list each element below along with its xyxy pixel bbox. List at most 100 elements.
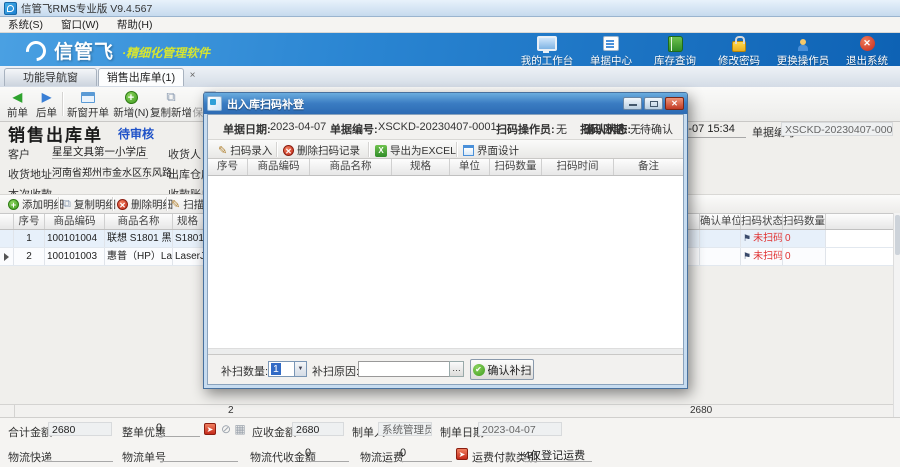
prev-arrow-icon: ◀	[13, 89, 22, 105]
freight-field[interactable]: 0	[400, 447, 452, 462]
dialog-titlebar[interactable]: 出入库扫码补登 ✕	[204, 93, 687, 114]
doc-title: 销售出库单	[8, 121, 103, 146]
combo-arrow-icon[interactable]: ▼	[294, 361, 307, 377]
brand: 信管飞 ·精细化管理软件	[26, 37, 210, 64]
copy-detail-button[interactable]: ⧉ 复制明细	[63, 197, 116, 212]
discount-clear-icon[interactable]: ⊘	[220, 423, 232, 435]
copy-new-button[interactable]: ⧉ 复制新增	[150, 89, 192, 120]
ui-design-icon	[463, 145, 474, 156]
flag-icon: ⚑	[743, 251, 751, 261]
menu-window[interactable]: 窗口(W)	[61, 17, 99, 32]
ui-design-button[interactable]: 界面设计	[463, 143, 519, 158]
col-name[interactable]: 商品名称	[105, 214, 173, 229]
address-field[interactable]: 河南省郑州市金水区东风路	[52, 164, 148, 179]
create-date-value: 2023-04-07	[478, 422, 562, 436]
doc-status-badge: 待审核	[118, 125, 154, 142]
inventory-book-icon	[668, 35, 683, 52]
close-icon[interactable]: ✕	[665, 97, 684, 110]
discount-apply-icon[interactable]: ➤	[204, 423, 216, 435]
dlg-status-label: 确认状态:	[583, 121, 631, 137]
col-scan-status[interactable]: 扫码状态	[741, 214, 783, 229]
dlg-date-label: 单据日期:	[223, 121, 271, 137]
dlg-col-code[interactable]: 商品编码	[248, 159, 310, 175]
scan-entry-button[interactable]: ✎ 扫码录入	[218, 143, 272, 158]
tab-nav-window[interactable]: 功能导航窗	[4, 68, 97, 86]
inventory-query-button[interactable]: 库存查询	[648, 35, 702, 68]
customer-field[interactable]: 星星文具第一小学店	[52, 144, 148, 159]
total-amount-label: 合计金额	[8, 424, 52, 440]
add-new-button[interactable]: + 新增(N)	[113, 89, 149, 120]
supplement-reason-label: 补扫原因:	[312, 363, 359, 379]
confirm-supplement-button[interactable]: ✔ 确认补扫	[470, 359, 534, 380]
current-row-icon	[4, 253, 9, 261]
col-seq[interactable]: 序号	[14, 214, 45, 229]
freight-type-field[interactable]: 4仅登记运费	[524, 447, 592, 462]
supplement-qty-stepper[interactable]: 1 ▼	[268, 361, 307, 377]
doc-center-button[interactable]: 单据中心	[584, 35, 638, 68]
banner-actions: 我的工作台 单据中心 库存查询 修改密码 更换操作员 ✕ 退出系统	[520, 35, 894, 68]
total-amount: 2680	[690, 405, 712, 416]
supplement-qty-value: 1	[271, 363, 281, 375]
discount-field[interactable]: 0	[156, 422, 200, 437]
change-operator-button[interactable]: 更换操作员	[776, 35, 830, 68]
new-window-open-button[interactable]: 新窗开单	[64, 89, 112, 120]
col-confirm-unit[interactable]: 确认单位	[700, 214, 741, 229]
confirm-check-icon: ✔	[473, 364, 485, 376]
dlg-col-remark[interactable]: 备注	[614, 159, 683, 175]
dlg-col-seq[interactable]: 序号	[208, 159, 248, 175]
col-code[interactable]: 商品编码	[45, 214, 105, 229]
cod-field[interactable]: 0	[305, 447, 349, 462]
prev-doc-button[interactable]: ◀ 前单	[4, 89, 31, 120]
doc-no-value: XSCKD-20230407-0001	[781, 122, 893, 136]
dialog-grid-header: 序号 商品编码 商品名称 规格 单位 扫码数量 扫码时间 备注	[208, 159, 683, 176]
dialog-bottom-bar: 补扫数量: 1 ▼ 补扫原因: … ✔ 确认补扫	[208, 354, 683, 384]
reason-picker-button[interactable]: …	[449, 361, 464, 377]
creator-value: 系统管理员	[378, 422, 432, 436]
tab-sales-outbound[interactable]: 销售出库单(1)	[98, 68, 184, 86]
dlg-operator-label: 扫码操作员:	[496, 121, 555, 137]
menu-help[interactable]: 帮助(H)	[117, 17, 153, 32]
add-detail-button[interactable]: + 添加明细	[8, 197, 64, 212]
discount-grid-icon[interactable]: ▦	[234, 423, 246, 435]
delete-detail-button[interactable]: ✕ 删除明细	[117, 197, 173, 212]
next-doc-button[interactable]: ▶ 后单	[33, 89, 60, 120]
dlg-col-name[interactable]: 商品名称	[310, 159, 392, 175]
exit-system-button[interactable]: ✕ 退出系统	[840, 35, 894, 68]
freight-apply-icon[interactable]: ➤	[456, 448, 468, 460]
minimize-icon[interactable]	[623, 97, 642, 110]
workbench-icon	[537, 35, 557, 52]
tabbar: 功能导航窗 销售出库单(1) ×	[0, 66, 900, 88]
maximize-icon[interactable]	[644, 97, 663, 110]
dlg-col-scan-time[interactable]: 扫码时间	[542, 159, 614, 175]
export-excel-icon: X	[375, 145, 387, 157]
tab-close-icon[interactable]: ×	[186, 70, 199, 83]
new-window-icon	[81, 89, 95, 105]
delete-record-icon: ✕	[283, 145, 294, 156]
export-excel-button[interactable]: X 导出为EXCEL	[375, 143, 456, 158]
dlg-no-label: 单据编号:	[330, 121, 378, 137]
brand-slogan: ·精细化管理软件	[122, 44, 210, 61]
password-lock-icon	[732, 35, 746, 52]
dlg-operator-value: 无	[556, 121, 567, 137]
dlg-col-spec[interactable]: 规格	[392, 159, 450, 175]
express-field[interactable]	[45, 447, 113, 462]
total-qty: 2	[228, 405, 234, 416]
change-password-button[interactable]: 修改密码	[712, 35, 766, 68]
next-arrow-icon: ▶	[42, 89, 51, 105]
grid-scrollbar[interactable]	[893, 213, 900, 417]
workbench-button[interactable]: 我的工作台	[520, 35, 574, 68]
brand-banner: 信管飞 ·精细化管理软件 我的工作台 单据中心 库存查询 修改密码 更换	[0, 33, 900, 66]
consignee-label: 收货人	[168, 146, 201, 162]
total-amount-value: 2680	[48, 422, 112, 436]
supplement-reason-input[interactable]	[358, 361, 450, 377]
col-scan-qty[interactable]: 扫码数量	[783, 214, 826, 229]
dialog-content: 单据日期: 2023-04-07 单据编号: XSCKD-20230407-00…	[207, 114, 684, 385]
dlg-col-scan-qty[interactable]: 扫码数量	[490, 159, 542, 175]
dialog-grid-body[interactable]	[208, 176, 683, 348]
dialog-toolbar: ✎ 扫码录入 ✕ 删除扫码记录 X 导出为EXCEL 界面设计	[208, 139, 683, 159]
tracking-field[interactable]	[160, 447, 238, 462]
menu-system[interactable]: 系统(S)	[8, 17, 43, 32]
doc-center-icon	[603, 35, 619, 52]
delete-scan-record-button[interactable]: ✕ 删除扫码记录	[283, 143, 360, 158]
dlg-col-unit[interactable]: 单位	[450, 159, 490, 175]
